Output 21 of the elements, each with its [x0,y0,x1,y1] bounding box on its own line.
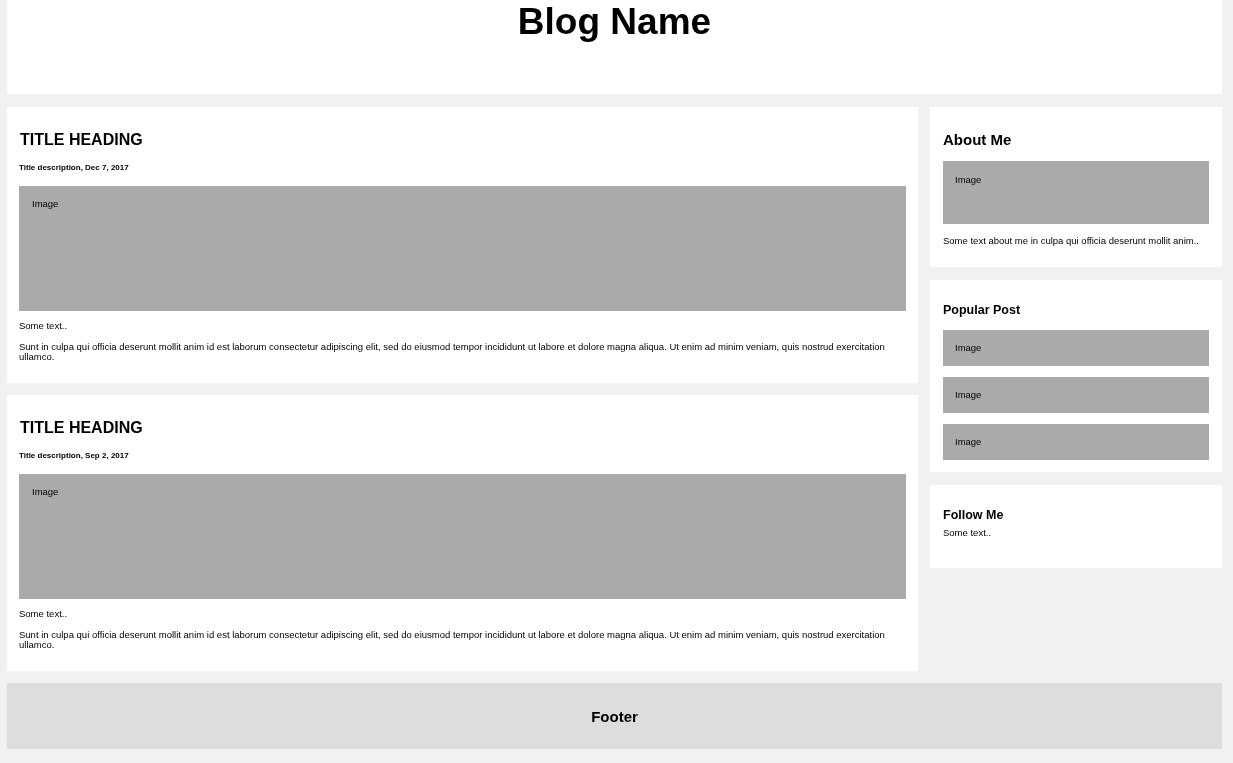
image-label: Image [32,198,59,209]
image-label: Image [955,174,982,185]
image-label: Image [955,389,982,400]
post-body: Sunt in culpa qui officia deserunt mollit anim id est laborum consectetur adipiscing elit, sed do eiusmod tempor incididunt ut labore et dolore magna aliqua. Ut enim ad minim veniam, quis nostrud exercitation ullamco. [19,342,886,362]
post-intro: Some text.. [19,608,69,620]
post-title: TITLE HEADING [20,418,144,438]
image-label: Image [955,342,982,353]
follow-text: Some text.. [943,527,993,540]
blog-title: Blog Name [517,0,712,43]
follow-title: Follow Me [943,507,1005,524]
post-description: Title description, Sep 2, 2017 [19,450,130,462]
post-intro: Some text.. [19,320,69,332]
footer-text: Footer [591,707,638,725]
post-description: Title description, Dec 7, 2017 [19,162,130,174]
image-label: Image [32,486,59,497]
post-body: Sunt in culpa qui officia deserunt mollit anim id est laborum consectetur adipiscing elit, sed do eiusmod tempor incididunt ut labore et dolore magna aliqua. Ut enim ad minim veniam, quis nostrud exercitation ullamco. [19,630,886,650]
popular-title: Popular Post [943,302,1022,319]
image-label: Image [955,436,982,447]
about-title: About Me [943,130,1013,150]
post-title: TITLE HEADING [20,130,144,150]
about-text: Some text about me in culpa qui officia deserunt mollit anim.. [943,235,1200,248]
